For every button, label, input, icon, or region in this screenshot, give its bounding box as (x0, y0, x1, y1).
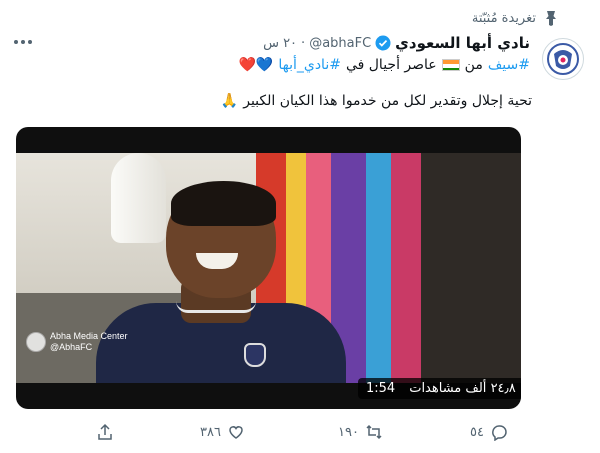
view-count: ٢٤٫٨ ألف مشاهدات (409, 381, 516, 396)
pinned-label: تغريدة مُثبّتة (471, 10, 536, 26)
praying-hands-icon: 🙏 (220, 93, 239, 109)
tweet-text-word: من (464, 57, 483, 73)
india-flag-icon (441, 59, 460, 71)
tweet-text-phrase: عاصر أجيال في (345, 57, 437, 73)
retweet-count: ١٩٠ (338, 424, 359, 440)
avatar[interactable] (542, 38, 584, 80)
reply-count: ٥٤ (470, 424, 484, 440)
pinned-indicator: تغريدة مُثبّتة (472, 10, 558, 26)
video-thumbnail[interactable]: Abha Media Center @AbhaFC (16, 153, 521, 383)
hearts-emoji-icon: 💙❤️ (238, 57, 274, 73)
like-button[interactable]: ٣٨٦ (200, 423, 245, 441)
tweet-time[interactable]: ٢٠ س (263, 36, 297, 51)
separator-dot: · (301, 35, 306, 51)
tweet-header: نادي أبها السعودي @abhaFC · ٢٠ س (263, 34, 530, 52)
reply-icon (492, 425, 507, 441)
share-icon (98, 423, 112, 440)
tweet-text-line2: تحية إجلال وتقدير لكل من خدموا هذا الكيا… (221, 93, 532, 109)
hashtag-link[interactable]: #نادي_أبها (278, 57, 341, 73)
pin-icon (546, 11, 556, 26)
reply-button[interactable]: ٥٤ (470, 423, 508, 441)
tweet-text-line1: #سيف من عاصر أجيال في #نادي_أبها 💙❤️ (238, 57, 530, 73)
user-handle[interactable]: @abhaFC (309, 36, 371, 51)
retweet-button[interactable]: ١٩٠ (338, 423, 383, 441)
watermark-handle: @AbhaFC (50, 342, 93, 352)
video-duration: 1:54 (366, 381, 396, 396)
video-watermark: Abha Media Center @AbhaFC (26, 331, 128, 353)
verified-icon (375, 35, 391, 51)
display-name[interactable]: نادي أبها السعودي (395, 34, 530, 52)
like-count: ٣٨٦ (200, 424, 221, 440)
tweet-text-sentence: تحية إجلال وتقدير لكل من خدموا هذا الكيا… (243, 93, 532, 109)
share-button[interactable] (96, 423, 114, 441)
hashtag-link[interactable]: #سيف (488, 57, 530, 73)
video-player[interactable]: Abha Media Center @AbhaFC 1:54 ٢٤٫٨ ألف … (16, 127, 521, 409)
club-logo-icon (547, 43, 579, 75)
retweet-icon (366, 424, 382, 440)
more-options-icon[interactable] (14, 38, 36, 46)
media-center-logo-icon (26, 332, 46, 352)
watermark-title: Abha Media Center (50, 331, 128, 341)
video-info-badge: 1:54 ٢٤٫٨ ألف مشاهدات (358, 378, 521, 399)
heart-icon (229, 426, 243, 439)
tweet-actions: ٥٤ ١٩٠ ٣٨٦ (0, 423, 600, 445)
